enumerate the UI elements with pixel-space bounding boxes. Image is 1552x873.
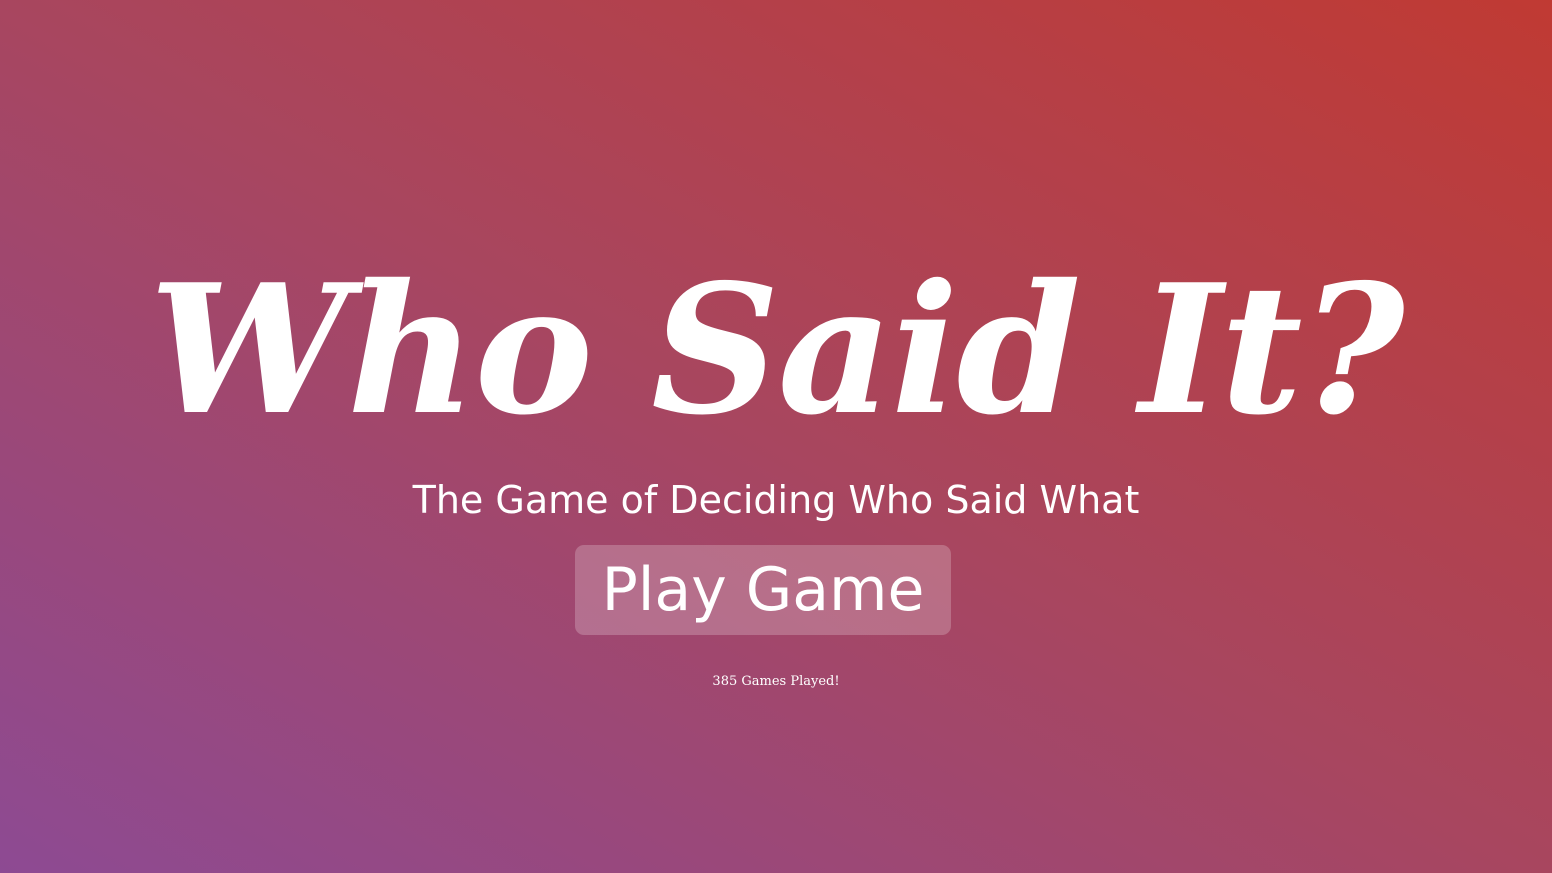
play-game-button[interactable]: Play Game xyxy=(575,545,951,635)
games-played-counter: 385 Games Played! xyxy=(712,674,840,689)
hero-section: Who Said It? The Game of Deciding Who Sa… xyxy=(0,0,1552,873)
page-subtitle: The Game of Deciding Who Said What xyxy=(412,478,1140,522)
page-title: Who Said It? xyxy=(149,245,1405,454)
